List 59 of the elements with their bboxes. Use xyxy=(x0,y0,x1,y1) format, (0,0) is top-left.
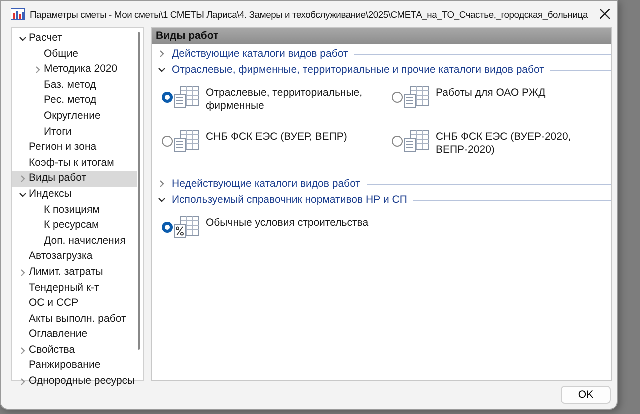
tree-item[interactable]: К ресурсам xyxy=(12,218,137,234)
radio-button[interactable] xyxy=(162,92,173,103)
chevron-right-icon[interactable] xyxy=(18,378,26,386)
panel-header: Виды работ xyxy=(152,28,611,44)
chevron-down-icon[interactable] xyxy=(18,34,26,43)
tree-item[interactable]: Округление xyxy=(12,108,137,125)
chevron-right-icon[interactable] xyxy=(18,346,26,355)
tree-item[interactable]: Однородные ресурсы xyxy=(12,374,137,390)
option-label: Работы для ОАО РЖД xyxy=(436,86,546,100)
radio-button[interactable] xyxy=(392,92,403,103)
tree-item[interactable]: Рес. метод xyxy=(12,93,137,109)
close-icon[interactable] xyxy=(600,9,610,19)
table-icon xyxy=(404,130,430,152)
table-icon xyxy=(404,86,430,108)
tree-item[interactable]: Доп. начисления xyxy=(12,234,137,250)
chevron-right-icon[interactable] xyxy=(34,66,42,74)
tree-item[interactable]: Лимит. затраты xyxy=(12,264,137,280)
tree-item[interactable]: Методика 2020 xyxy=(12,62,137,78)
group-header[interactable]: Отраслевые, фирменные, территориальные и прочие каталоги видов работ xyxy=(158,62,611,78)
group-header[interactable]: Недействующие каталоги видов работ xyxy=(158,176,611,192)
tree-item[interactable]: Автозагрузка xyxy=(12,249,137,265)
radio-button[interactable] xyxy=(162,136,173,147)
tree-item[interactable]: Коэф-ты к итогам xyxy=(12,156,137,172)
table-icon xyxy=(174,130,200,152)
tree-item[interactable]: Акты выполн. работ xyxy=(12,312,137,328)
chevron-right-icon[interactable] xyxy=(18,268,26,277)
option-label: Отраслевые, территориальные, фирменные xyxy=(206,86,364,113)
tree-item[interactable]: Регион и зона xyxy=(12,140,137,156)
tree-item[interactable]: Итоги xyxy=(12,124,137,140)
tree-item[interactable]: Оглавление xyxy=(12,327,137,343)
tree-item[interactable]: К позициям xyxy=(12,202,137,218)
chevron-right-icon[interactable] xyxy=(158,50,166,58)
chevron-right-icon[interactable] xyxy=(158,180,166,188)
tree-item[interactable]: ОС и ССР xyxy=(12,296,137,312)
radio-button[interactable] xyxy=(392,136,403,147)
tree-item[interactable]: Свойства xyxy=(12,342,137,358)
tree-item[interactable]: Индексы xyxy=(12,186,137,203)
scrollbar[interactable] xyxy=(137,32,141,350)
table-icon xyxy=(174,86,200,108)
tree-item[interactable]: Ранжирование xyxy=(12,358,137,374)
radio-button[interactable] xyxy=(162,222,173,233)
window-title: Параметры сметы - Мои сметы\1 СМЕТЫ Лариса\4. Замеры и техобслуживание\2025\СМЕТА_на_ТО_Счастье,_городская_больница xyxy=(30,8,588,20)
tree-item[interactable]: Расчет xyxy=(12,31,137,47)
chevron-down-icon[interactable] xyxy=(158,66,166,74)
chevron-down-icon[interactable] xyxy=(158,196,166,204)
chevron-right-icon[interactable] xyxy=(18,175,26,184)
group-header[interactable]: Используемый справочник нормативов НР и СП xyxy=(158,192,611,208)
ok-button[interactable]: OK xyxy=(561,386,611,404)
tree-item[interactable]: Общие xyxy=(12,46,137,62)
tree-item[interactable]: Тендерный к-т xyxy=(12,280,137,296)
app-icon xyxy=(11,7,25,21)
tree-item[interactable]: Баз. метод xyxy=(12,78,137,94)
chevron-down-icon[interactable] xyxy=(18,190,26,199)
tree-item[interactable]: Виды работ xyxy=(12,171,137,187)
option-label: СНБ ФСК ЕЭС (ВУЕР-2020, ВЕПР-2020) xyxy=(436,130,572,157)
percent-table-icon xyxy=(174,216,200,238)
option-label: Обычные условия строительства xyxy=(206,216,369,230)
option-label: СНБ ФСК ЕЭС (ВУЕР, ВЕПР) xyxy=(206,130,348,144)
group-header[interactable]: Действующие каталоги видов работ xyxy=(158,46,611,62)
